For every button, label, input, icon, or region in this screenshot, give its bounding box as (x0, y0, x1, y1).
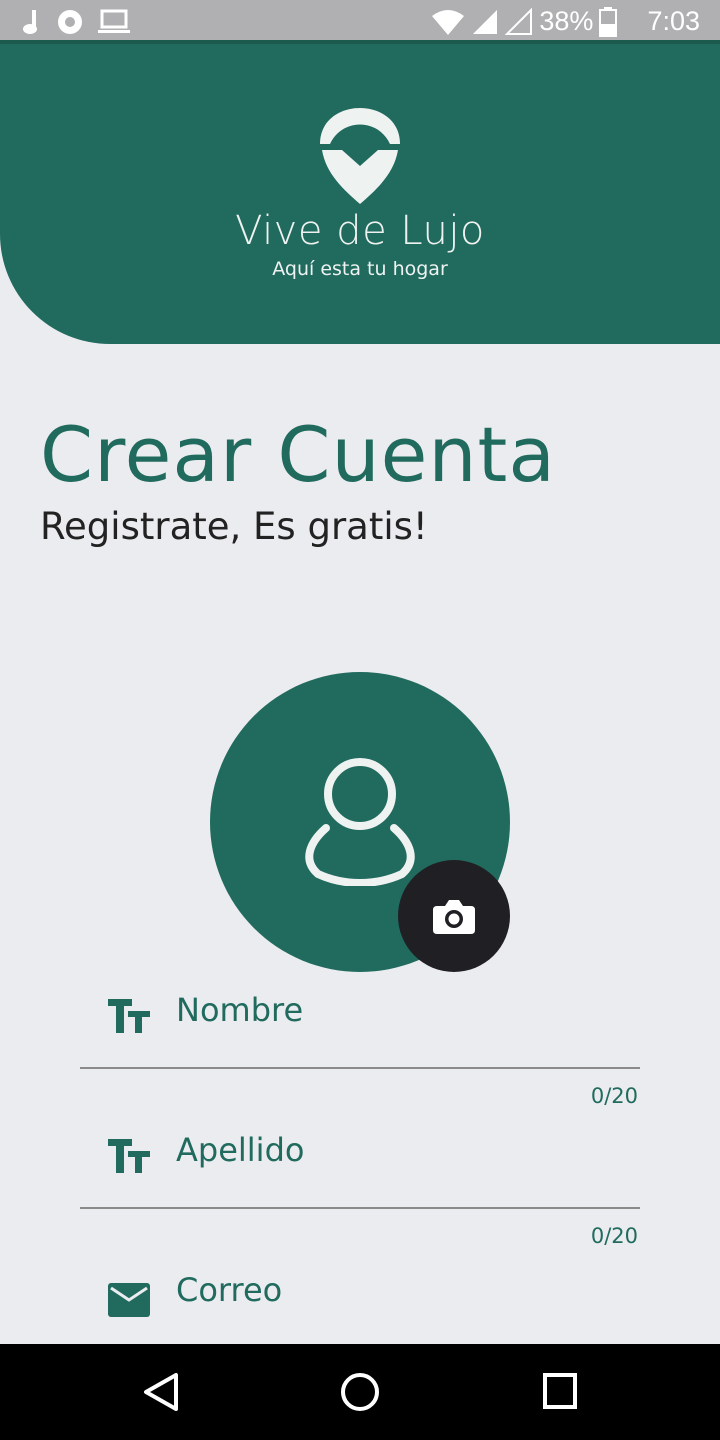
home-icon[interactable] (340, 1372, 380, 1412)
person-icon (305, 758, 415, 886)
battery-percent: 38% (539, 6, 594, 36)
system-nav-bar (0, 1344, 720, 1440)
first-name-placeholder: Nombre (176, 991, 304, 1029)
signal-icon (473, 9, 498, 34)
battery-icon (599, 6, 618, 37)
first-name-counter: 0/20 (590, 1084, 638, 1108)
camera-icon (433, 900, 475, 934)
recents-icon[interactable] (542, 1372, 578, 1410)
brand-name: Vive de Lujo (235, 208, 485, 254)
back-icon[interactable] (142, 1372, 180, 1412)
first-name-field[interactable]: Nombre (80, 969, 640, 1069)
status-bar: 38% 7:03 (0, 0, 720, 44)
laptop-icon (98, 9, 130, 33)
email-field[interactable]: Correo (80, 1249, 640, 1349)
email-icon (108, 1283, 150, 1317)
header-banner: Vive de Lujo Aquí esta tu hogar (0, 44, 720, 344)
brand-tagline: Aquí esta tu hogar (272, 258, 448, 280)
last-name-field[interactable]: Apellido (80, 1109, 640, 1209)
clock: 7:03 (647, 6, 700, 36)
record-icon (58, 10, 82, 34)
last-name-placeholder: Apellido (176, 1131, 305, 1169)
page-title: Crear Cuenta (40, 410, 556, 499)
first-name-underline (80, 1067, 640, 1069)
text-size-icon (108, 999, 150, 1033)
last-name-counter: 0/20 (590, 1224, 638, 1248)
wifi-icon (432, 9, 465, 35)
email-placeholder: Correo (176, 1271, 283, 1309)
map-pin-logo (320, 108, 400, 204)
signal-empty-icon (505, 7, 533, 35)
text-size-icon (108, 1139, 150, 1173)
camera-button[interactable] (398, 860, 510, 972)
last-name-underline (80, 1207, 640, 1209)
page-subtitle: Registrate, Es gratis! (40, 505, 428, 548)
music-note-icon (23, 10, 37, 34)
